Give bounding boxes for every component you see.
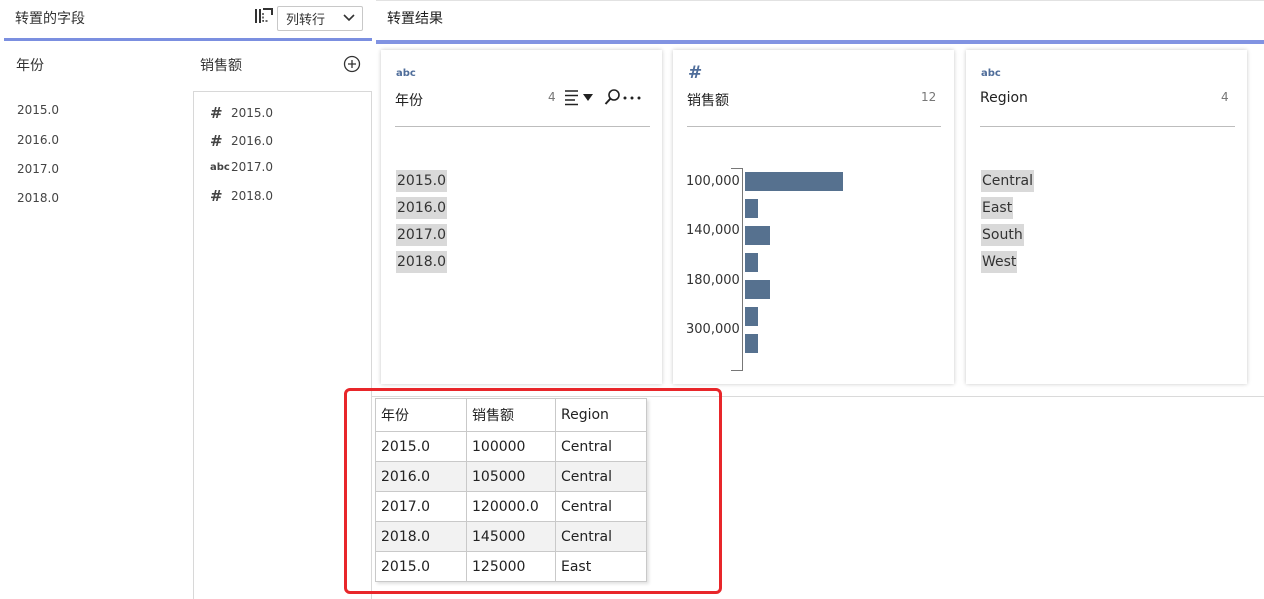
year-column-header: 年份 <box>16 58 44 74</box>
sales-list-item-label: 2017.0 <box>231 160 273 174</box>
distinct-count: 4 <box>548 90 556 104</box>
histogram-bar[interactable] <box>745 226 770 245</box>
distinct-count: 4 <box>1221 90 1229 104</box>
more-icon[interactable] <box>623 96 641 100</box>
value-chip[interactable]: Central <box>981 170 1034 192</box>
hash-icon: # <box>210 187 223 205</box>
highlight-annotation <box>344 388 722 594</box>
field-card-region[interactable]: abc Region 4 Central East South West <box>966 50 1247 384</box>
histogram-bar[interactable] <box>745 334 758 353</box>
histogram-tick-label: 100,000 <box>686 174 740 189</box>
transpose-mode-value: 列转行 <box>286 13 326 28</box>
sales-list-item[interactable]: abc 2017.0 <box>210 160 273 174</box>
histogram-bar[interactable] <box>745 199 758 218</box>
year-item[interactable]: 2017.0 <box>17 162 59 176</box>
sort-icon[interactable] <box>565 90 578 106</box>
sales-list-item[interactable]: # 2018.0 <box>210 187 273 205</box>
card-divider <box>980 126 1235 127</box>
histogram-bar[interactable] <box>745 172 843 191</box>
value-chip[interactable]: 2017.0 <box>396 224 447 246</box>
field-card-sales[interactable]: # 销售额 12 100,000 140,000 180,000 300,000 <box>673 50 954 384</box>
field-name: 销售额 <box>687 93 729 109</box>
year-item[interactable]: 2016.0 <box>17 133 59 147</box>
chevron-down-icon <box>343 14 355 22</box>
pivot-icon[interactable] <box>254 7 274 25</box>
caret-down-icon[interactable] <box>583 94 593 101</box>
histogram-bar[interactable] <box>745 280 770 299</box>
value-chip[interactable]: 2016.0 <box>396 197 447 219</box>
abc-icon: abc <box>210 161 230 173</box>
sales-list-item-label: 2018.0 <box>231 189 273 203</box>
pivot-result-title: 转置结果 <box>387 11 443 27</box>
sales-list-item-label: 2016.0 <box>231 134 273 148</box>
transpose-mode-select[interactable]: 列转行 <box>277 6 363 31</box>
abc-icon: abc <box>396 68 416 79</box>
field-name: Region <box>980 90 1028 106</box>
value-chip[interactable]: 2018.0 <box>396 251 447 273</box>
sales-list-item[interactable]: # 2016.0 <box>210 132 273 150</box>
add-circle-icon[interactable] <box>343 55 361 73</box>
year-item[interactable]: 2018.0 <box>17 191 59 205</box>
abc-icon: abc <box>981 68 1001 79</box>
histogram-bar[interactable] <box>745 253 758 272</box>
distinct-count: 12 <box>921 90 937 104</box>
histogram-tick-label: 180,000 <box>686 273 740 288</box>
card-divider <box>395 126 650 127</box>
pivot-fields-title: 转置的字段 <box>15 11 85 27</box>
histogram-axis <box>731 168 743 371</box>
histogram-tick-label: 300,000 <box>686 322 740 337</box>
value-chip[interactable]: West <box>981 251 1018 273</box>
right-panel-underline <box>376 40 1264 44</box>
hash-icon: # <box>210 132 223 150</box>
left-panel-underline <box>4 38 372 41</box>
sales-list-item-label: 2015.0 <box>231 106 273 120</box>
value-chip[interactable]: East <box>981 197 1014 219</box>
value-chip[interactable]: 2015.0 <box>396 170 447 192</box>
sales-list-item[interactable]: # 2015.0 <box>210 104 273 122</box>
hash-icon: # <box>688 63 703 83</box>
field-toolbar <box>565 89 641 106</box>
card-divider <box>687 126 941 127</box>
field-card-year[interactable]: abc 年份 4 2015.0 2016.0 2017.0 2018.0 <box>381 50 662 384</box>
histogram-bar[interactable] <box>745 307 758 326</box>
year-item[interactable]: 2015.0 <box>17 103 59 117</box>
value-chip[interactable]: South <box>981 224 1024 246</box>
hash-icon: # <box>210 104 223 122</box>
field-name: 年份 <box>395 93 423 109</box>
search-icon[interactable] <box>604 89 620 105</box>
sales-column-header: 销售额 <box>200 58 242 74</box>
top-divider <box>376 0 1264 1</box>
histogram-tick-label: 140,000 <box>686 223 740 238</box>
